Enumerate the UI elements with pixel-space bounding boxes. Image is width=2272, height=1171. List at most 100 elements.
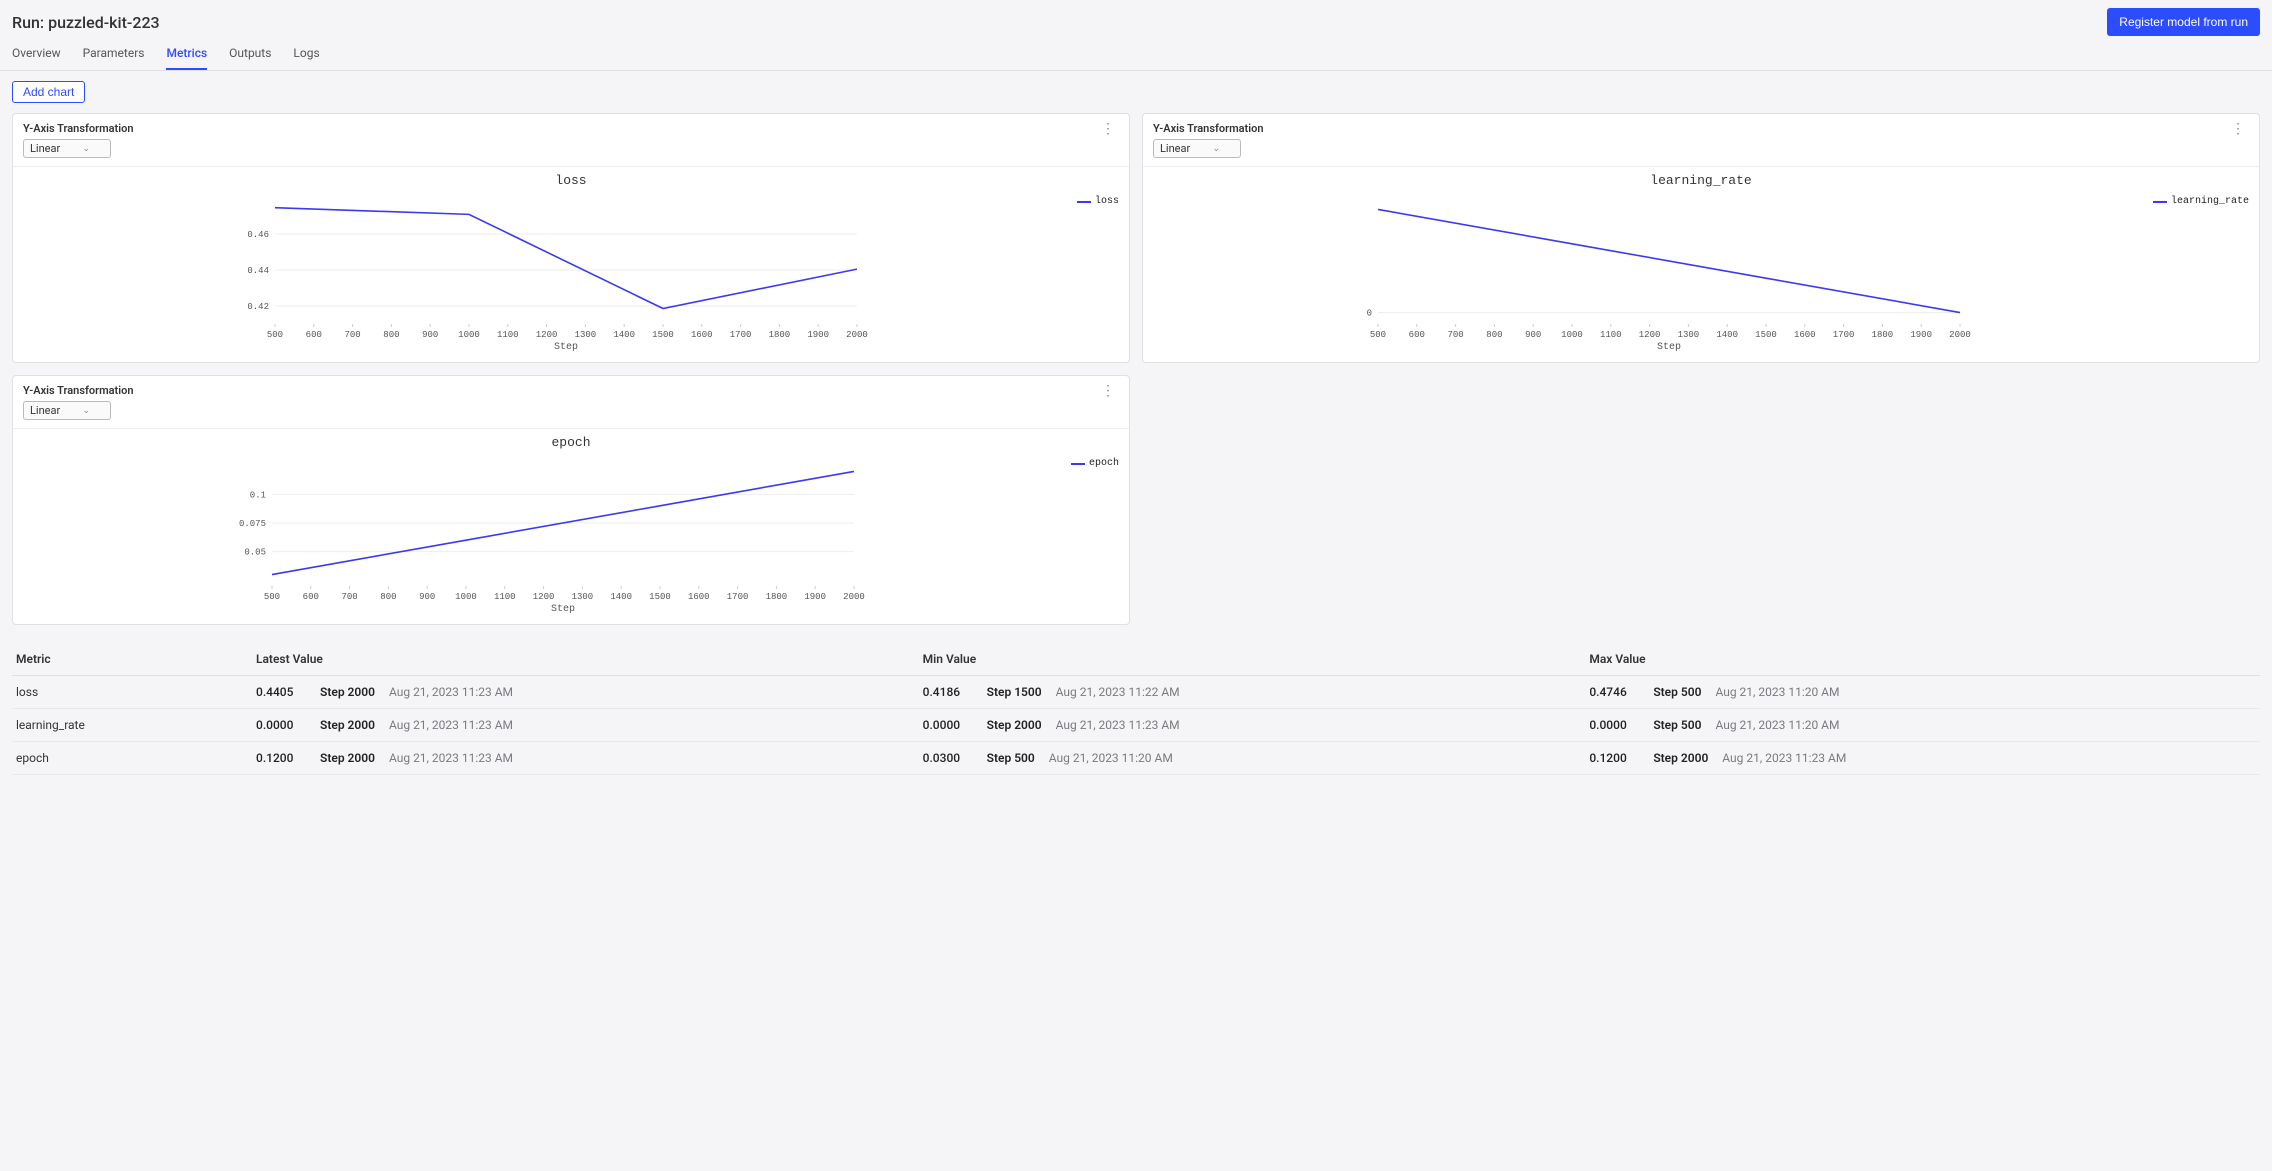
svg-text:800: 800: [383, 330, 399, 340]
charts-grid: Y-Axis TransformationLinear⌄⋮loss0.420.4…: [0, 113, 2272, 625]
table-row: learning_rate0.0000Step 2000Aug 21, 2023…: [12, 709, 2260, 742]
svg-text:900: 900: [422, 330, 438, 340]
metric-value: 0.0000: [256, 718, 306, 732]
legend-swatch: [1077, 201, 1091, 203]
metric-timestamp: Aug 21, 2023 11:23 AM: [389, 685, 513, 699]
yaxis-transformation-select[interactable]: Linear⌄: [23, 401, 111, 420]
metric-value: 0.1200: [1589, 751, 1639, 765]
svg-text:1100: 1100: [497, 330, 519, 340]
svg-text:700: 700: [1447, 330, 1463, 340]
col-min: Min Value: [923, 652, 1590, 666]
svg-text:800: 800: [1486, 330, 1502, 340]
tab-metrics[interactable]: Metrics: [166, 46, 207, 70]
svg-text:1500: 1500: [652, 330, 674, 340]
svg-text:1200: 1200: [1639, 330, 1661, 340]
svg-text:600: 600: [303, 592, 319, 602]
tab-outputs[interactable]: Outputs: [229, 46, 271, 70]
chart-menu-icon[interactable]: ⋮: [2227, 122, 2249, 136]
legend-swatch: [2153, 201, 2167, 203]
svg-text:1300: 1300: [1678, 330, 1700, 340]
svg-text:0: 0: [1367, 309, 1372, 319]
svg-text:1000: 1000: [455, 592, 477, 602]
svg-text:500: 500: [264, 592, 280, 602]
svg-text:900: 900: [1525, 330, 1541, 340]
svg-text:900: 900: [419, 592, 435, 602]
chart-body: learning_rate 0 500 600 700 800 900 1000 1100 120…: [1143, 167, 2259, 362]
metric-step: Step 2000: [987, 718, 1042, 732]
chart-header: Y-Axis TransformationLinear⌄⋮: [1143, 114, 2259, 167]
col-metric: Metric: [16, 652, 256, 666]
yaxis-transformation-value: Linear: [30, 404, 60, 417]
metric-value: 0.4186: [923, 685, 973, 699]
metric-value: 0.1200: [256, 751, 306, 765]
tab-overview[interactable]: Overview: [12, 46, 61, 70]
svg-text:1700: 1700: [1833, 330, 1855, 340]
svg-text:1900: 1900: [1910, 330, 1932, 340]
svg-text:Step: Step: [1657, 342, 1681, 352]
svg-text:1300: 1300: [575, 330, 597, 340]
svg-text:600: 600: [1409, 330, 1425, 340]
add-chart-button[interactable]: Add chart: [12, 81, 85, 103]
metric-step: Step 500: [1653, 685, 1701, 699]
metric-name: epoch: [16, 751, 256, 765]
col-latest: Latest Value: [256, 652, 923, 666]
svg-text:500: 500: [1370, 330, 1386, 340]
svg-text:0.42: 0.42: [247, 302, 269, 312]
chart-plot: 0 500 600 700 800 900 1000 1100 1200 1300 1400 1500…: [1153, 192, 2147, 352]
chart-card-learning_rate: Y-Axis TransformationLinear⌄⋮learning_ra…: [1142, 113, 2260, 363]
chart-menu-icon[interactable]: ⋮: [1097, 384, 1119, 398]
run-title: Run: puzzled-kit-223: [12, 13, 160, 32]
col-max: Max Value: [1589, 652, 2256, 666]
chart-legend: loss: [1071, 196, 1119, 207]
metric-step: Step 2000: [320, 685, 375, 699]
chart-legend: learning_rate: [2147, 196, 2249, 207]
metric-timestamp: Aug 21, 2023 11:23 AM: [389, 751, 513, 765]
chart-header: Y-Axis TransformationLinear⌄⋮: [13, 376, 1129, 429]
chart-body: loss0.420.440.46500600700800900100011001…: [13, 167, 1129, 362]
chevron-down-icon: ⌄: [1212, 144, 1220, 154]
metric-timestamp: Aug 21, 2023 11:23 AM: [1056, 718, 1180, 732]
chart-header: Y-Axis TransformationLinear⌄⋮: [13, 114, 1129, 167]
svg-text:1900: 1900: [804, 592, 826, 602]
register-model-button[interactable]: Register model from run: [2107, 8, 2260, 36]
svg-text:1200: 1200: [536, 330, 558, 340]
metric-timestamp: Aug 21, 2023 11:20 AM: [1715, 685, 1839, 699]
chart-plot: 0.420.440.465006007008009001000110012001…: [23, 192, 1071, 352]
svg-text:600: 600: [306, 330, 322, 340]
metric-step: Step 500: [1653, 718, 1701, 732]
svg-text:1500: 1500: [1755, 330, 1777, 340]
metric-step: Step 2000: [320, 718, 375, 732]
svg-text:1200: 1200: [533, 592, 555, 602]
yaxis-transformation-select[interactable]: Linear⌄: [1153, 139, 1241, 158]
tab-logs[interactable]: Logs: [293, 46, 319, 70]
tab-parameters[interactable]: Parameters: [83, 46, 145, 70]
svg-text:1900: 1900: [807, 330, 829, 340]
metric-max: 0.4746Step 500Aug 21, 2023 11:20 AM: [1589, 685, 2256, 699]
legend-label: learning_rate: [2171, 196, 2249, 207]
svg-text:1700: 1700: [727, 592, 749, 602]
chevron-down-icon: ⌄: [82, 144, 90, 154]
svg-text:1100: 1100: [1600, 330, 1622, 340]
metric-value: 0.4405: [256, 685, 306, 699]
svg-text:500: 500: [267, 330, 283, 340]
svg-text:1400: 1400: [1716, 330, 1738, 340]
metric-max: 0.1200Step 2000Aug 21, 2023 11:23 AM: [1589, 751, 2256, 765]
table-row: loss0.4405Step 2000Aug 21, 2023 11:23 AM…: [12, 676, 2260, 709]
chart-card-epoch: Y-Axis TransformationLinear⌄⋮epoch0.050.…: [12, 375, 1130, 625]
metric-value: 0.0000: [923, 718, 973, 732]
yaxis-transformation-select[interactable]: Linear ⌄: [23, 139, 111, 158]
svg-text:1000: 1000: [1561, 330, 1583, 340]
chart-title: loss: [23, 173, 1119, 188]
metric-value: 0.0000: [1589, 718, 1639, 732]
yaxis-transformation-value: Linear: [30, 142, 60, 155]
svg-text:0.1: 0.1: [250, 490, 266, 500]
svg-text:700: 700: [344, 330, 360, 340]
svg-text:2000: 2000: [846, 330, 868, 340]
metric-step: Step 500: [987, 751, 1035, 765]
metric-min: 0.0000 Step 2000 Aug 21, 2023 11:23 AM: [923, 718, 1590, 732]
svg-text:1800: 1800: [1872, 330, 1894, 340]
chart-plot: 0.050.0750.15006007008009001000110012001…: [23, 454, 1065, 614]
legend-label: epoch: [1089, 458, 1119, 469]
chart-menu-icon[interactable]: ⋮: [1097, 122, 1119, 136]
metric-latest: 0.1200Step 2000Aug 21, 2023 11:23 AM: [256, 751, 923, 765]
